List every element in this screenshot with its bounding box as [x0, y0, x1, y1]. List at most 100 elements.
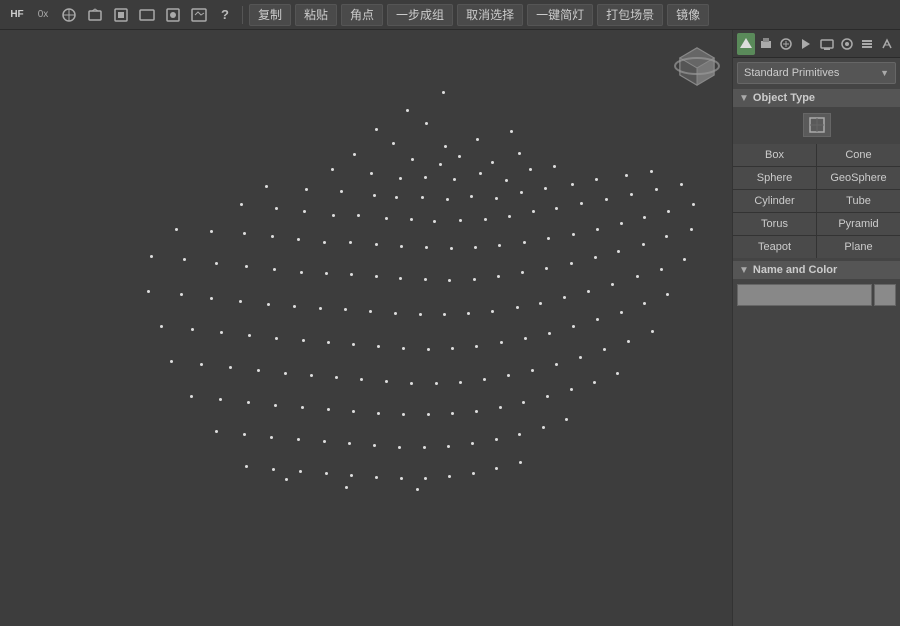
light-button[interactable]: 一键简灯 [527, 4, 593, 26]
obj-btn-box[interactable]: Box [733, 144, 816, 166]
viewport-dot [475, 410, 478, 413]
primitive-type-dropdown[interactable]: Standard Primitives ▼ [737, 62, 896, 84]
obj-btn-torus[interactable]: Torus [733, 213, 816, 235]
viewport-dot [344, 308, 347, 311]
toolbar-icon-3d3[interactable] [110, 4, 132, 26]
viewport-dot [580, 202, 583, 205]
viewport[interactable] [0, 30, 732, 626]
viewport-nav-icon[interactable] [672, 40, 722, 90]
obj-btn-sphere[interactable]: Sphere [733, 167, 816, 189]
tab-create[interactable] [737, 33, 755, 55]
viewport-dot [603, 348, 606, 351]
viewport-dot [175, 228, 178, 231]
viewport-dot [692, 203, 695, 206]
viewport-dot [596, 318, 599, 321]
object-name-input[interactable] [737, 284, 872, 306]
viewport-dot [370, 172, 373, 175]
color-swatch[interactable] [874, 284, 896, 306]
toolbar-icon-3d4[interactable] [136, 4, 158, 26]
tab-utilities[interactable] [838, 33, 856, 55]
viewport-dot [593, 381, 596, 384]
viewport-dot [451, 347, 454, 350]
viewport-dot [459, 219, 462, 222]
object-type-header[interactable]: ▼ Object Type [733, 88, 900, 108]
viewport-dot [524, 337, 527, 340]
vertex-button[interactable]: 角点 [341, 4, 383, 26]
viewport-dot [180, 293, 183, 296]
tab-display[interactable] [818, 33, 836, 55]
toolbar-icon-3d1[interactable] [58, 4, 80, 26]
obj-btn-cylinder[interactable]: Cylinder [733, 190, 816, 212]
mirror-button[interactable]: 镜像 [667, 4, 709, 26]
name-color-header[interactable]: ▼ Name and Color [733, 260, 900, 280]
toolbar-icon-3d5[interactable] [162, 4, 184, 26]
viewport-dot [427, 348, 430, 351]
viewport-dot [642, 243, 645, 246]
viewport-dot [435, 382, 438, 385]
viewport-dot [375, 476, 378, 479]
pack-button[interactable]: 打包场景 [597, 4, 663, 26]
obj-btn-cone[interactable]: Cone [817, 144, 900, 166]
obj-btn-tube[interactable]: Tube [817, 190, 900, 212]
viewport-dot [424, 477, 427, 480]
toolbar-icon-3d6[interactable] [188, 4, 210, 26]
viewport-dot [643, 216, 646, 219]
viewport-dot [655, 188, 658, 191]
viewport-dot [406, 109, 409, 112]
toolbar-icon-hf[interactable]: HF [6, 4, 28, 26]
viewport-dot [690, 228, 693, 231]
viewport-dot [319, 307, 322, 310]
copy-button[interactable]: 复制 [249, 4, 291, 26]
viewport-dot [474, 246, 477, 249]
autogrids-icon[interactable] [803, 113, 831, 137]
viewport-dot [399, 177, 402, 180]
tab-extra1[interactable] [858, 33, 876, 55]
viewport-dot [529, 168, 532, 171]
viewport-dot [190, 395, 193, 398]
viewport-dot [518, 433, 521, 436]
tab-extra2[interactable] [878, 33, 896, 55]
viewport-dot [349, 241, 352, 244]
viewport-dot [546, 395, 549, 398]
viewport-dot [400, 245, 403, 248]
viewport-dot [479, 172, 482, 175]
toolbar-icon-help[interactable]: ? [214, 4, 236, 26]
viewport-dot [375, 243, 378, 246]
viewport-dot [424, 176, 427, 179]
viewport-dot [596, 228, 599, 231]
viewport-dot [495, 197, 498, 200]
viewport-dot [495, 438, 498, 441]
viewport-dot [239, 300, 242, 303]
viewport-dot [267, 303, 270, 306]
viewport-dot [467, 312, 470, 315]
deselect-button[interactable]: 取消选择 [457, 4, 523, 26]
obj-btn-geosphere[interactable]: GeoSphere [817, 167, 900, 189]
viewport-dot [510, 130, 513, 133]
viewport-dot [331, 168, 334, 171]
viewport-dot [327, 408, 330, 411]
viewport-dot [421, 196, 424, 199]
viewport-dot [636, 275, 639, 278]
obj-btn-teapot[interactable]: Teapot [733, 236, 816, 258]
tab-hierarchy[interactable] [777, 33, 795, 55]
group-button[interactable]: 一步成组 [387, 4, 453, 26]
viewport-dot [545, 267, 548, 270]
viewport-dot [473, 278, 476, 281]
toolbar-icon-0x[interactable]: 0x [32, 4, 54, 26]
viewport-dot [611, 283, 614, 286]
toolbar-icon-3d2[interactable] [84, 4, 106, 26]
viewport-dot [444, 145, 447, 148]
obj-btn-plane[interactable]: Plane [817, 236, 900, 258]
tab-motion[interactable] [797, 33, 815, 55]
viewport-dot [275, 337, 278, 340]
viewport-dot [508, 215, 511, 218]
viewport-dot [507, 374, 510, 377]
tab-modify[interactable] [757, 33, 775, 55]
viewport-dot [425, 246, 428, 249]
viewport-dot [423, 446, 426, 449]
viewport-dot [497, 275, 500, 278]
paste-button[interactable]: 粘贴 [295, 4, 337, 26]
viewport-dot [587, 290, 590, 293]
obj-btn-pyramid[interactable]: Pyramid [817, 213, 900, 235]
viewport-dot [683, 258, 686, 261]
